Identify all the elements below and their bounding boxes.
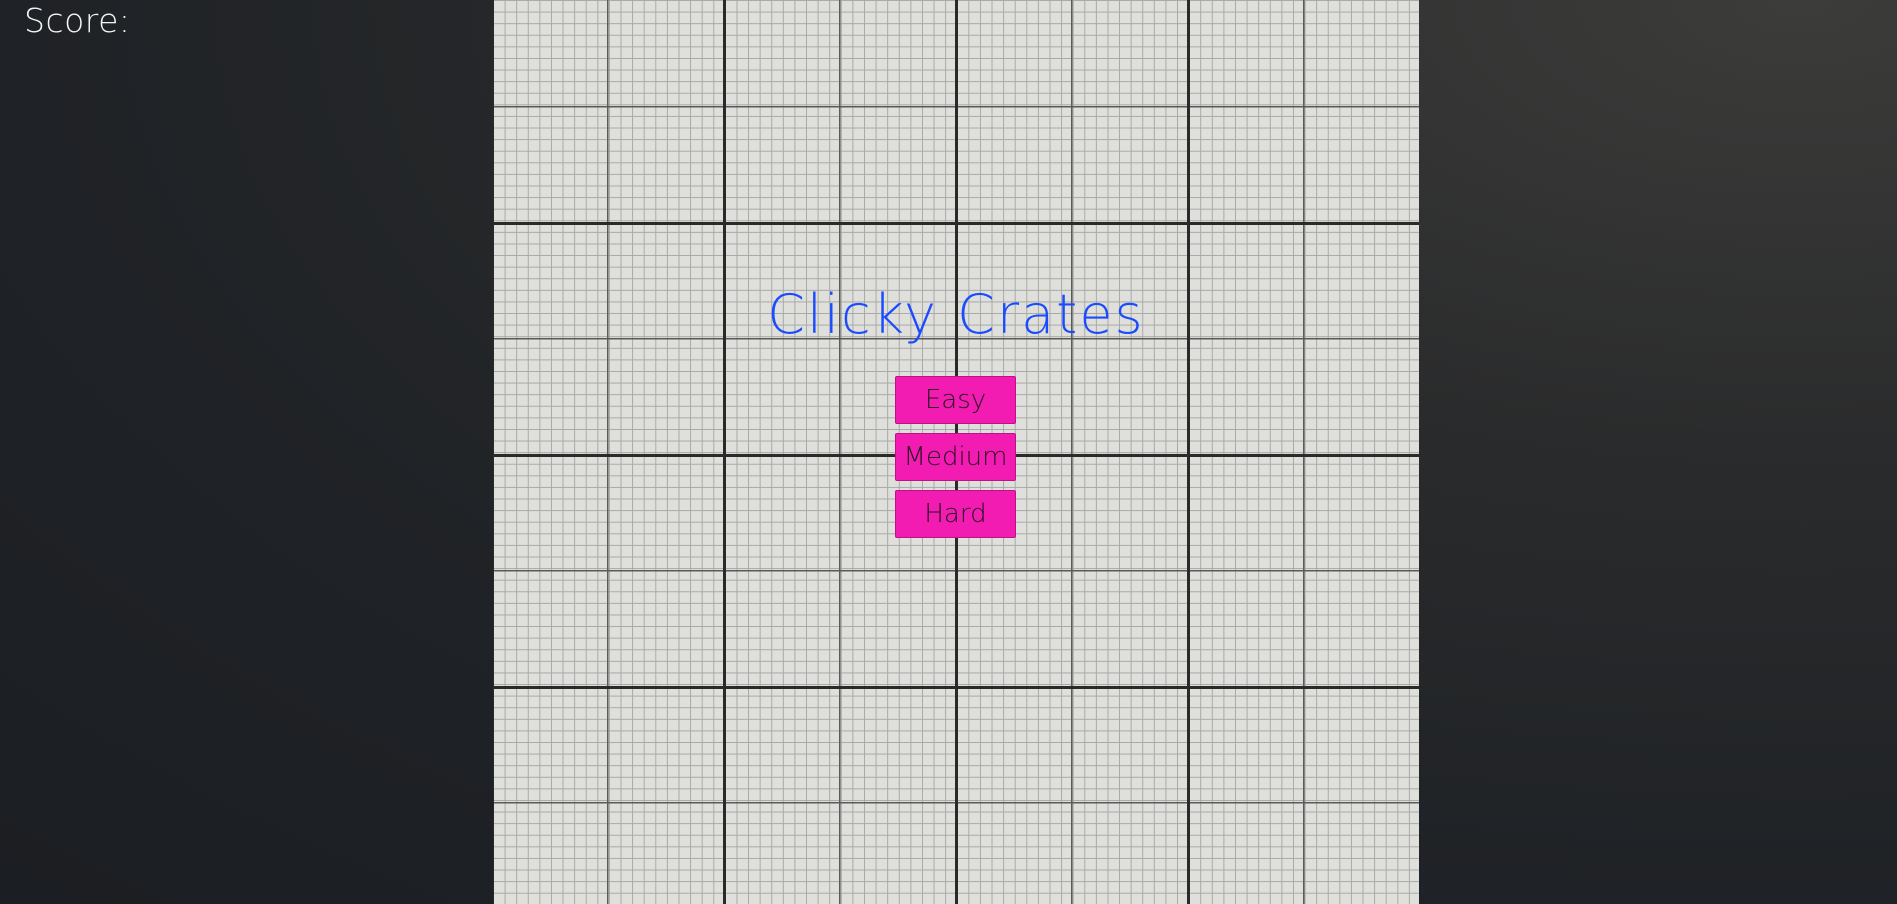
medium-button[interactable]: Medium bbox=[895, 433, 1016, 481]
score-label: Score: bbox=[24, 1, 131, 40]
game-title: Clicky Crates bbox=[767, 283, 1145, 346]
game-board: Clicky Crates Easy Medium Hard bbox=[493, 0, 1419, 904]
easy-button[interactable]: Easy bbox=[895, 376, 1016, 424]
hard-button[interactable]: Hard bbox=[895, 490, 1016, 538]
